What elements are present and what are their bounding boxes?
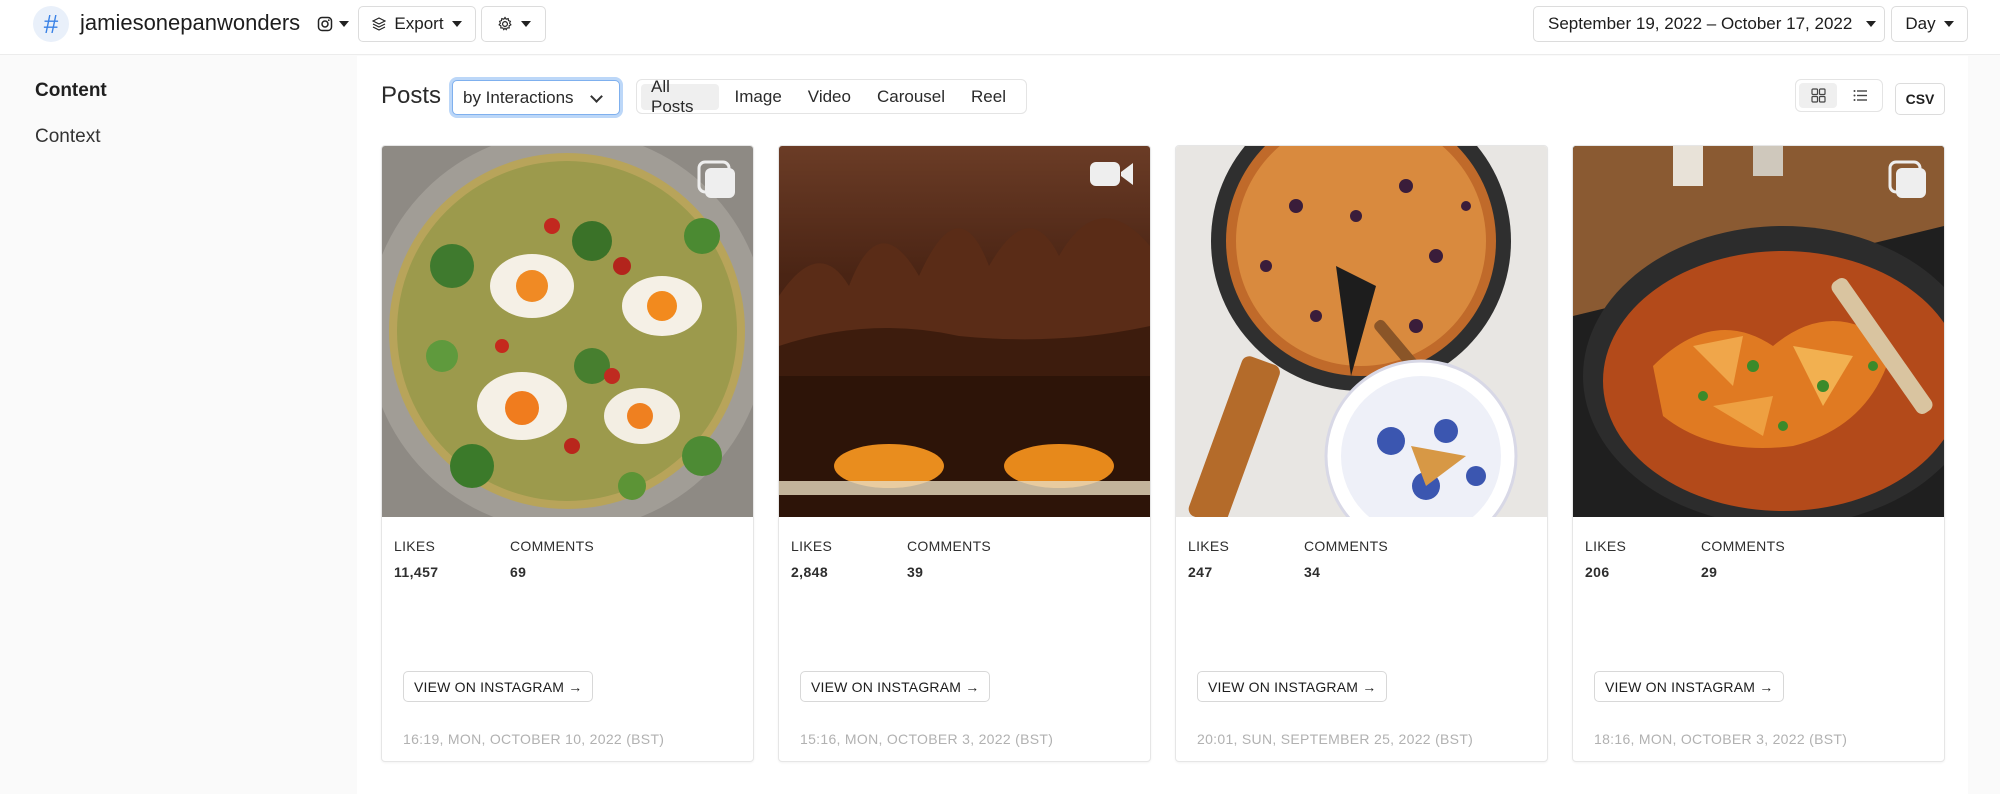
- comments-label: COMMENTS: [510, 538, 595, 554]
- grid-view-button[interactable]: [1799, 83, 1837, 108]
- granularity-dropdown[interactable]: Day: [1891, 6, 1968, 42]
- carousel-icon: [1888, 160, 1926, 198]
- likes-label: LIKES: [1188, 538, 1230, 554]
- post-card: LIKES COMMENTS 11,457 69 VIEW ON INSTAGR…: [381, 145, 754, 762]
- export-button[interactable]: Export: [358, 6, 476, 42]
- post-image[interactable]: [1573, 146, 1944, 517]
- date-range-picker[interactable]: September 19, 2022 – October 17, 2022: [1533, 6, 1885, 42]
- post-timestamp: 16:19, MON, OCTOBER 10, 2022 (BST): [403, 731, 665, 747]
- hashtag-logo-icon: #: [33, 6, 69, 42]
- filter-carousel[interactable]: Carousel: [867, 84, 955, 110]
- filter-reel[interactable]: Reel: [961, 84, 1016, 110]
- top-bar: # jamiesonepanwonders Export September 1…: [0, 0, 2000, 55]
- layers-icon: [372, 17, 387, 31]
- granularity-label: Day: [1905, 14, 1936, 33]
- post-image[interactable]: [1176, 146, 1547, 517]
- filter-all-posts[interactable]: All Posts: [641, 77, 719, 116]
- view-on-instagram-button[interactable]: VIEW ON INSTAGRAM →: [800, 671, 991, 702]
- comments-label: COMMENTS: [1304, 538, 1389, 554]
- post-timestamp: 18:16, MON, OCTOBER 3, 2022 (BST): [1594, 731, 1848, 747]
- view-mode-toggle: [1795, 79, 1883, 112]
- instagram-icon: [317, 16, 333, 32]
- filter-image[interactable]: Image: [725, 84, 792, 110]
- caret-down-icon: [451, 21, 462, 27]
- comments-count: 29: [1701, 564, 1718, 580]
- comments-count: 69: [510, 564, 527, 580]
- view-on-instagram-button[interactable]: VIEW ON INSTAGRAM →: [1197, 671, 1388, 702]
- view-on-instagram-button[interactable]: VIEW ON INSTAGRAM →: [403, 671, 594, 702]
- post-timestamp: 20:01, SUN, SEPTEMBER 25, 2022 (BST): [1197, 731, 1474, 747]
- sidebar-item-content[interactable]: Content: [35, 80, 107, 102]
- likes-count: 206: [1585, 564, 1610, 580]
- post-card: LIKES COMMENTS 247 34 VIEW ON INSTAGRAM …: [1175, 145, 1548, 762]
- sort-select[interactable]: by Interactions: [452, 80, 620, 115]
- carousel-icon: [697, 160, 735, 198]
- likes-count: 247: [1188, 564, 1213, 580]
- post-image[interactable]: [382, 146, 753, 517]
- view-on-instagram-button[interactable]: VIEW ON INSTAGRAM →: [1594, 671, 1785, 702]
- caret-down-icon: [1866, 21, 1877, 27]
- platform-dropdown[interactable]: [317, 12, 349, 36]
- likes-count: 11,457: [394, 564, 439, 580]
- post-image[interactable]: [779, 146, 1150, 517]
- list-icon: [1853, 90, 1867, 101]
- post-type-filter: All Posts Image Video Carousel Reel: [636, 77, 1027, 116]
- post-card: LIKES COMMENTS 2,848 39 VIEW ON INSTAGRA…: [778, 145, 1151, 762]
- sort-select-value: by Interactions: [463, 87, 574, 107]
- list-view-button[interactable]: [1841, 83, 1879, 108]
- caret-down-icon: [520, 21, 531, 27]
- likes-count: 2,848: [791, 564, 829, 580]
- grid-icon: [1810, 88, 1826, 103]
- date-range-label: September 19, 2022 – October 17, 2022: [1548, 14, 1853, 33]
- video-icon: [1090, 162, 1133, 186]
- right-gutter: [1968, 56, 2000, 794]
- csv-export-button[interactable]: CSV: [1895, 83, 1945, 115]
- comments-count: 39: [907, 564, 924, 580]
- comments-count: 34: [1304, 564, 1321, 580]
- page-title: Posts: [381, 82, 442, 109]
- likes-label: LIKES: [1585, 538, 1627, 554]
- caret-down-icon: [1943, 21, 1954, 27]
- post-card: LIKES COMMENTS 206 29 VIEW ON INSTAGRAM …: [1572, 145, 1945, 762]
- sidebar-item-context[interactable]: Context: [35, 126, 100, 148]
- likes-label: LIKES: [394, 538, 436, 554]
- account-name: jamiesonepanwonders: [80, 10, 301, 35]
- likes-label: LIKES: [791, 538, 833, 554]
- post-timestamp: 15:16, MON, OCTOBER 3, 2022 (BST): [800, 731, 1054, 747]
- caret-down-icon: [339, 21, 349, 27]
- settings-button[interactable]: [481, 6, 546, 42]
- filter-video[interactable]: Video: [798, 84, 861, 110]
- export-label: Export: [394, 14, 444, 33]
- sidebar: Content Context: [0, 56, 357, 794]
- gear-icon: [497, 16, 512, 31]
- chevron-down-icon: [590, 90, 603, 103]
- comments-label: COMMENTS: [1701, 538, 1786, 554]
- comments-label: COMMENTS: [907, 538, 992, 554]
